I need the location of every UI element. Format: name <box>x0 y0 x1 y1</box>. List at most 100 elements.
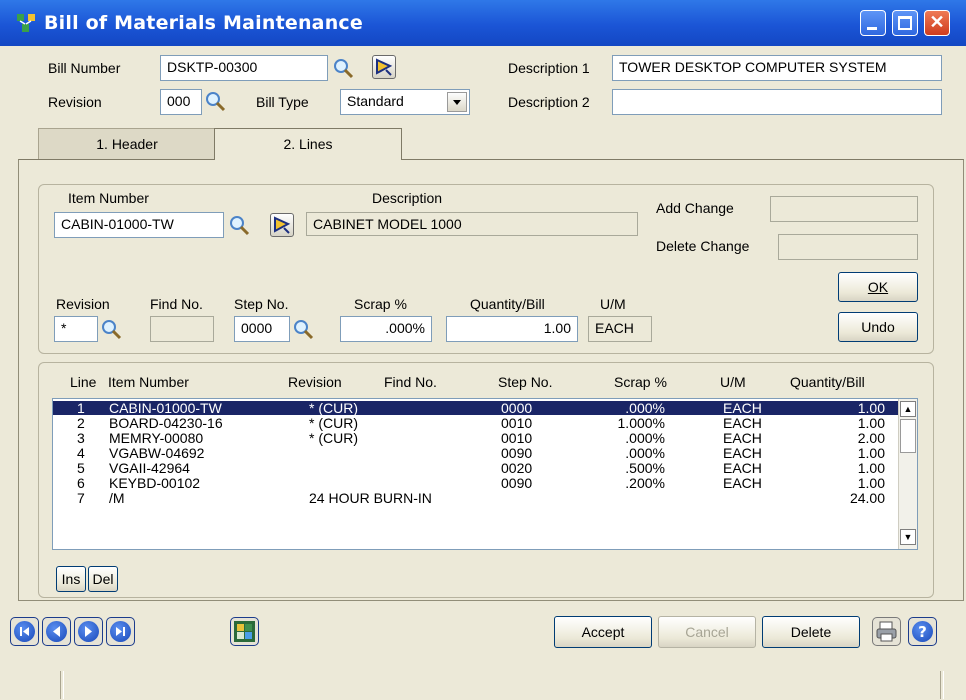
description2-field[interactable] <box>612 89 942 115</box>
table-row[interactable]: 6 KEYBD-00102 0090 .200% EACH 1.00 <box>53 476 899 490</box>
bill-number-field[interactable]: DSKTP-00300 <box>160 55 328 81</box>
first-record-button[interactable] <box>10 617 39 646</box>
cell-qty: 24.00 <box>849 490 885 506</box>
cell-line: 6 <box>77 475 85 491</box>
cell-item: VGAII-42964 <box>109 460 190 476</box>
line-revision-lookup-icon[interactable] <box>100 318 124 340</box>
previous-record-button[interactable] <box>42 617 71 646</box>
cell-qty: 1.00 <box>857 445 885 461</box>
chevron-down-icon[interactable] <box>447 92 467 112</box>
item-number-label: Item Number <box>68 190 149 206</box>
cell-um: EACH <box>723 415 762 431</box>
tab-lines-label: 2. Lines <box>283 136 333 152</box>
accept-button[interactable]: Accept <box>554 616 652 648</box>
col-header-line[interactable]: Line <box>70 374 96 390</box>
ok-button[interactable]: OK <box>838 272 918 302</box>
col-header-um[interactable]: U/M <box>720 374 746 390</box>
insert-line-label: Ins <box>61 571 81 587</box>
cell-um: EACH <box>723 400 762 416</box>
delete-line-label: Del <box>92 571 114 587</box>
last-record-button[interactable] <box>106 617 135 646</box>
qty-bill-field[interactable]: 1.00 <box>446 316 578 342</box>
step-no-field[interactable]: 0000 <box>234 316 290 342</box>
grid-scrollbar[interactable]: ▲ ▼ <box>898 399 917 549</box>
last-record-icon <box>116 627 125 636</box>
status-divider <box>60 671 64 699</box>
bill-number-lookup-icon[interactable] <box>332 57 356 79</box>
description-label: Description <box>372 190 443 206</box>
bill-type-select[interactable]: Standard <box>340 89 470 115</box>
cell-scrap: 1.000% <box>617 415 665 431</box>
tab-header[interactable]: 1. Header <box>38 128 216 160</box>
scroll-down-icon[interactable]: ▼ <box>900 529 916 545</box>
bill-type-value: Standard <box>347 93 404 109</box>
col-header-find-no[interactable]: Find No. <box>384 374 437 390</box>
add-change-label: Add Change <box>656 200 734 216</box>
print-button[interactable] <box>872 617 901 646</box>
status-divider <box>940 671 944 699</box>
delete-button[interactable]: Delete <box>762 616 860 648</box>
col-header-qty-bill[interactable]: Quantity/Bill <box>790 374 865 390</box>
description1-field[interactable]: TOWER DESKTOP COMPUTER SYSTEM <box>612 55 942 81</box>
minimize-button[interactable] <box>860 10 886 36</box>
cell-item: /M <box>109 490 125 506</box>
insert-line-button[interactable]: Ins <box>56 566 86 592</box>
maximize-button[interactable] <box>892 10 918 36</box>
lines-grid[interactable]: 1 CABIN-01000-TW * (CUR) 0000.000% EACH 1.00 2… <box>52 398 918 550</box>
cell-revision: * (CUR) <box>309 415 358 431</box>
tab-header-label: 1. Header <box>96 136 158 152</box>
cell-line: 3 <box>77 430 85 446</box>
cell-scrap: .000% <box>625 430 665 446</box>
delete-line-button[interactable]: Del <box>88 566 118 592</box>
cell-revision: * (CUR) <box>309 430 358 446</box>
undo-button-label: Undo <box>861 319 895 335</box>
table-row[interactable]: 2 BOARD-04230-16 * (CUR) 0010 1.000% EACH 1.00 <box>53 416 899 430</box>
col-header-step-no[interactable]: Step No. <box>498 374 552 390</box>
cell-line: 4 <box>77 445 85 461</box>
revision-field[interactable]: 000 <box>160 89 202 115</box>
table-row[interactable]: 5 VGAII-42964 0020 .500% EACH 1.00 <box>53 461 899 475</box>
cell-step: 0020 <box>501 460 533 476</box>
title-bar[interactable]: Bill of Materials Maintenance ✕ <box>0 0 966 46</box>
bom-app-icon <box>17 14 35 32</box>
scroll-thumb[interactable] <box>900 419 916 453</box>
revision-lookup-icon[interactable] <box>204 90 228 112</box>
cell-um: EACH <box>723 430 762 446</box>
col-header-item-number[interactable]: Item Number <box>108 374 189 390</box>
help-button[interactable]: ? <box>908 617 937 646</box>
bom-maintenance-window: Bill of Materials Maintenance ✕ Bill Num… <box>0 0 966 700</box>
close-button[interactable]: ✕ <box>924 10 950 36</box>
next-record-icon <box>85 626 92 637</box>
item-search-button[interactable] <box>270 213 294 237</box>
cell-step: 0010 <box>501 430 533 446</box>
scrap-field[interactable]: .000% <box>340 316 432 342</box>
undo-button[interactable]: Undo <box>838 312 918 342</box>
bill-number-label: Bill Number <box>48 60 121 76</box>
minimize-icon <box>867 27 877 30</box>
table-row[interactable]: 1 CABIN-01000-TW * (CUR) 0000 .000% EACH 1.00 <box>53 401 899 415</box>
scrap-label: Scrap % <box>354 296 407 312</box>
next-record-button[interactable] <box>74 617 103 646</box>
item-number-field[interactable]: CABIN-01000-TW <box>54 212 224 238</box>
col-header-revision[interactable]: Revision <box>288 374 342 390</box>
qty-bill-label: Quantity/Bill <box>470 296 545 312</box>
step-no-lookup-icon[interactable] <box>292 318 316 340</box>
bill-search-button[interactable] <box>372 55 396 79</box>
report-button[interactable] <box>230 617 259 646</box>
table-row[interactable]: 4 VGABW-04692 0090 .000% EACH 1.00 <box>53 446 899 460</box>
tab-lines[interactable]: 2. Lines <box>214 128 402 160</box>
scroll-up-icon[interactable]: ▲ <box>900 401 916 417</box>
cell-um: EACH <box>723 460 762 476</box>
description1-label: Description 1 <box>508 60 590 76</box>
line-revision-field[interactable]: * <box>54 316 98 342</box>
svg-text:?: ? <box>918 623 927 641</box>
table-row[interactable]: 3 MEMRY-00080 * (CUR) 0010 .000% EACH 2.00 <box>53 431 899 445</box>
col-header-scrap[interactable]: Scrap % <box>614 374 667 390</box>
cancel-button[interactable]: Cancel <box>658 616 756 648</box>
cell-scrap: .000% <box>625 445 665 461</box>
table-row[interactable]: 7/M 24 HOUR BURN-IN 24.00 <box>53 491 899 505</box>
cell-qty: 1.00 <box>857 460 885 476</box>
item-number-lookup-icon[interactable] <box>228 214 252 236</box>
maximize-icon <box>898 16 912 30</box>
delete-label: Delete <box>790 624 832 640</box>
